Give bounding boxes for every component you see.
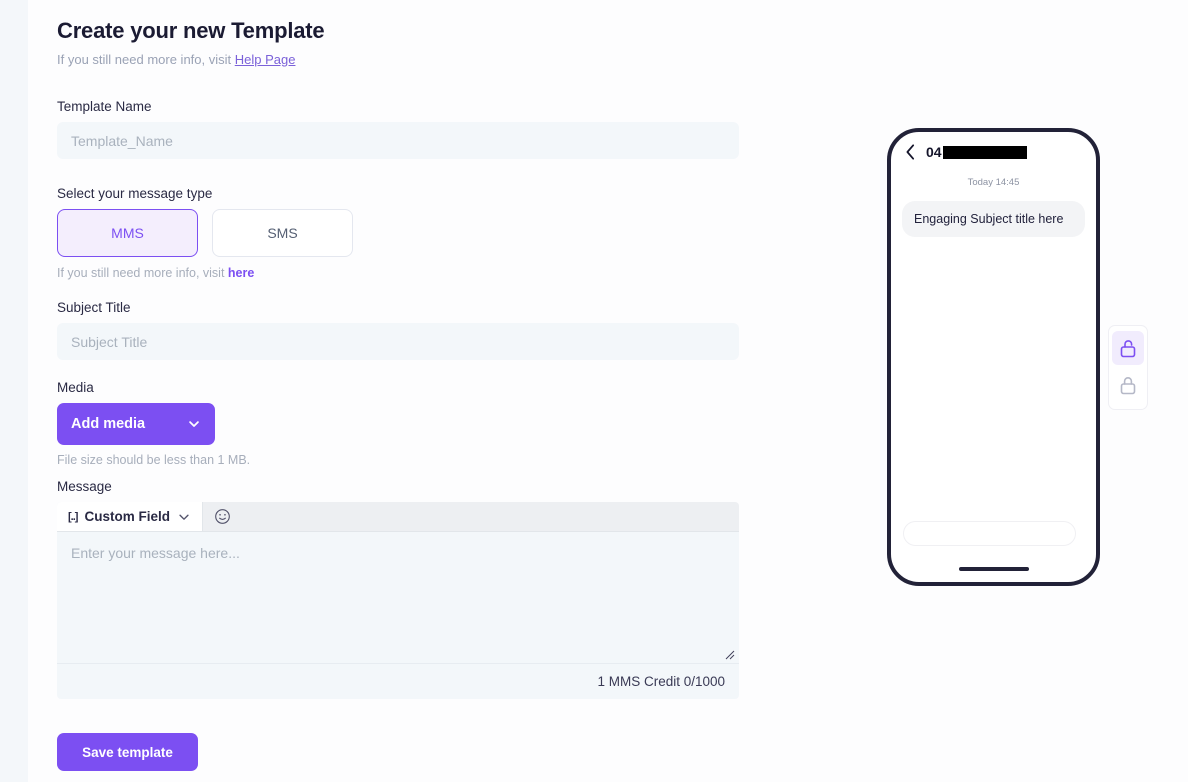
add-media-button[interactable]: Add media bbox=[57, 403, 215, 445]
subject-title-input[interactable] bbox=[57, 323, 739, 360]
message-bubble: Engaging Subject title here bbox=[902, 201, 1085, 237]
add-media-label: Add media bbox=[71, 416, 146, 432]
phone-message-input[interactable] bbox=[903, 521, 1076, 546]
message-editor: [..] Custom Field Enter your message her… bbox=[57, 502, 739, 699]
template-builder-page: Create your new Template If you still ne… bbox=[0, 0, 1188, 782]
app-left-rail bbox=[0, 0, 28, 782]
message-timestamp: Today 14:45 bbox=[967, 177, 1020, 188]
page-subtitle-text: If you still need more info, visit bbox=[57, 52, 235, 67]
message-type-sms-button[interactable]: SMS bbox=[212, 209, 353, 257]
phone-number: 04 bbox=[926, 144, 1027, 160]
media-label: Media bbox=[57, 380, 94, 395]
template-name-input[interactable] bbox=[57, 122, 739, 159]
page-subtitle: If you still need more info, visit Help … bbox=[57, 52, 769, 67]
smiley-icon bbox=[215, 509, 231, 524]
message-type-mms-button[interactable]: MMS bbox=[57, 209, 198, 257]
message-label: Message bbox=[57, 479, 112, 494]
locked-padlock-icon bbox=[1120, 376, 1136, 394]
unlocked-padlock-icon bbox=[1120, 339, 1136, 357]
editor-toolbar: [..] Custom Field bbox=[57, 502, 739, 532]
message-type-toggle: MMS SMS bbox=[57, 209, 769, 257]
message-type-here-link[interactable]: here bbox=[228, 266, 254, 280]
phone-header: 04 bbox=[891, 132, 1096, 172]
media-size-note: File size should be less than 1 MB. bbox=[57, 453, 251, 467]
home-indicator bbox=[958, 567, 1029, 571]
unlock-toggle[interactable] bbox=[1112, 331, 1144, 365]
template-name-label: Template Name bbox=[57, 99, 152, 114]
page-title: Create your new Template bbox=[57, 18, 325, 43]
phone-number-prefix: 04 bbox=[926, 144, 942, 160]
subject-title-label: Subject Title bbox=[57, 300, 131, 315]
phone-preview: 04 Today 14:45 Engaging Subject title he… bbox=[887, 128, 1100, 586]
message-type-label: Select your message type bbox=[57, 186, 213, 201]
chevron-down-icon bbox=[179, 514, 189, 520]
main-content: Create your new Template If you still ne… bbox=[28, 0, 1188, 782]
custom-field-dropdown[interactable]: [..] Custom Field bbox=[57, 502, 203, 531]
lock-toggle[interactable] bbox=[1112, 368, 1144, 402]
lock-panel bbox=[1108, 325, 1148, 410]
chevron-down-icon bbox=[189, 421, 199, 427]
message-textarea[interactable] bbox=[57, 532, 739, 663]
redaction-bar bbox=[942, 145, 1027, 159]
brackets-icon: [..] bbox=[68, 510, 79, 523]
custom-field-label: Custom Field bbox=[84, 509, 170, 524]
credit-counter: 1 MMS Credit 0/1000 bbox=[57, 663, 739, 699]
template-form: Create your new Template If you still ne… bbox=[57, 18, 769, 771]
message-type-helper-text: If you still need more info, visit bbox=[57, 266, 228, 280]
message-type-helper: If you still need more info, visit here bbox=[57, 266, 769, 280]
back-chevron-icon[interactable] bbox=[905, 144, 916, 160]
save-template-button[interactable]: Save template bbox=[57, 733, 198, 771]
help-page-link[interactable]: Help Page bbox=[235, 52, 296, 67]
emoji-picker-button[interactable] bbox=[203, 502, 243, 531]
credit-counter-text: 1 MMS Credit 0/1000 bbox=[597, 674, 725, 689]
